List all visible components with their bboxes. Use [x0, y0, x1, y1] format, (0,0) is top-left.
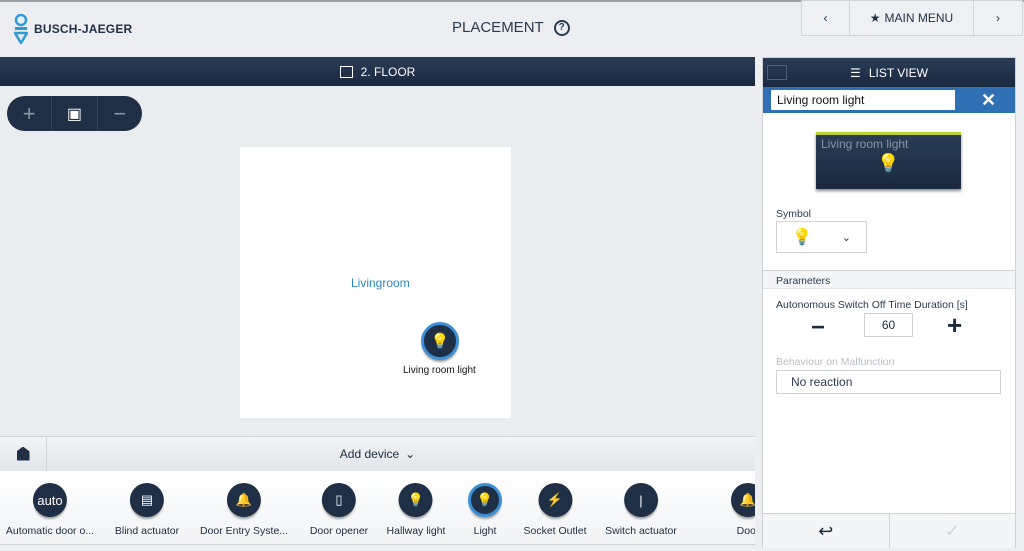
device-label: Switch actuator — [605, 525, 677, 537]
parameters-header: Parameters — [763, 270, 1015, 289]
top-nav: ‹ ★ MAIN MENU › — [801, 0, 1023, 36]
search-bar: ✕ — [763, 87, 1015, 113]
add-device-button[interactable]: Add device ⌄ — [0, 436, 755, 471]
page-title: PLACEMENT ? — [452, 19, 570, 36]
home-button[interactable] — [0, 436, 47, 471]
close-icon[interactable]: ✕ — [981, 90, 996, 111]
lightbulb-icon: 💡 — [421, 322, 459, 360]
device-icon: 🔔 — [227, 483, 261, 517]
device-icon: 🔔 — [731, 483, 755, 517]
floor-title: 2. FLOOR — [360, 64, 416, 79]
device-item[interactable]: ⚡ Socket Outlet — [523, 483, 587, 537]
confirm-button[interactable]: ✓ — [890, 514, 1016, 548]
device-item[interactable]: 💡 Light — [468, 483, 502, 537]
chevron-down-icon: ⌄ — [841, 231, 852, 244]
duration-input[interactable]: 60 — [864, 313, 913, 337]
list-view-title: LIST VIEW — [868, 65, 928, 80]
floor-plan-icon — [339, 65, 353, 78]
duration-label: Autonomous Switch Off Time Duration [s] — [776, 299, 968, 311]
device-item[interactable]: auto Automatic door o... — [6, 483, 94, 537]
device-item[interactable]: 🔔 Door Entry Syste... — [200, 483, 288, 537]
placed-device-light[interactable]: 💡 — [421, 322, 459, 360]
device-label: Blind actuator — [114, 525, 180, 537]
device-item[interactable]: 💡 Hallway light — [386, 483, 446, 537]
next-button[interactable]: › — [974, 1, 1022, 35]
page-title-text: PLACEMENT — [452, 19, 544, 36]
fit-screen-button[interactable]: ▣ — [52, 96, 98, 131]
list-icon: ☰ — [850, 65, 861, 80]
busch-jaeger-logo-icon — [14, 14, 28, 44]
device-icon: 💡 — [468, 483, 502, 517]
device-icon: 💡 — [398, 483, 433, 517]
brand-name: BUSCH-JAEGER — [34, 22, 133, 36]
device-tile-preview: Living room light 💡 — [816, 132, 961, 189]
device-label: Automatic door o... — [5, 525, 95, 537]
device-label: Hallway light — [386, 525, 446, 537]
list-view-panel: ☰ LIST VIEW ✕ Living room light 💡 Symbol… — [762, 57, 1016, 548]
increase-button[interactable]: + — [947, 310, 962, 341]
device-label: Door Entry Syste... — [199, 525, 289, 537]
device-label: Door opener — [309, 525, 369, 537]
main-menu-button[interactable]: ★ MAIN MENU — [850, 1, 974, 35]
zoom-out-button[interactable]: − — [98, 96, 142, 131]
list-view-header: ☰ LIST VIEW — [763, 58, 1015, 87]
lightbulb-icon: 💡 — [791, 229, 812, 246]
main-menu-label: MAIN MENU — [884, 11, 954, 25]
device-icon: | — [623, 483, 658, 517]
search-input[interactable] — [771, 90, 955, 110]
lightbulb-icon: 💡 — [877, 153, 900, 173]
device-item[interactable]: ▯ Door opener — [310, 483, 368, 537]
device-label: Door — [736, 525, 755, 537]
device-item[interactable]: 🔔 Door — [731, 483, 755, 537]
device-icon: ▯ — [322, 483, 356, 517]
malfunction-select[interactable]: No reaction — [776, 370, 1001, 394]
malfunction-label: Behaviour on Malfunction — [776, 356, 895, 368]
decrease-button[interactable]: − — [811, 314, 825, 342]
device-item[interactable]: ▤ Blind actuator — [115, 483, 179, 537]
device-icon: auto — [32, 483, 67, 517]
help-icon[interactable]: ? — [553, 19, 570, 36]
star-icon: ★ — [869, 11, 881, 25]
device-icon: ▤ — [130, 483, 164, 517]
add-device-label: Add device — [339, 447, 400, 461]
room-name: Livingroom — [351, 276, 410, 290]
tile-label: Living room light — [821, 137, 909, 151]
symbol-select[interactable]: 💡 ⌄ — [776, 221, 867, 253]
prev-button[interactable]: ‹ — [802, 1, 850, 35]
zoom-controls: + ▣ − — [7, 96, 142, 131]
device-label: Socket Outlet — [523, 525, 587, 537]
device-label: Light — [473, 525, 497, 537]
back-button[interactable]: ↩ — [763, 514, 890, 548]
chevron-down-icon: ⌄ — [405, 447, 416, 461]
placed-device-label: Living room light — [403, 365, 476, 376]
collapse-panel-icon[interactable] — [767, 65, 787, 80]
house-icon — [16, 446, 30, 461]
device-icon: ⚡ — [538, 483, 572, 517]
floor-bar: 2. FLOOR — [0, 57, 755, 86]
brand-logo: BUSCH-JAEGER — [14, 14, 132, 44]
device-palette: auto Automatic door o... ▤ Blind actuator 🔔 D… — [0, 471, 755, 545]
zoom-in-button[interactable]: + — [7, 96, 53, 131]
panel-footer: ↩ ✓ — [763, 513, 1015, 548]
symbol-label: Symbol — [776, 208, 812, 220]
device-item[interactable]: | Switch actuator — [605, 483, 677, 537]
